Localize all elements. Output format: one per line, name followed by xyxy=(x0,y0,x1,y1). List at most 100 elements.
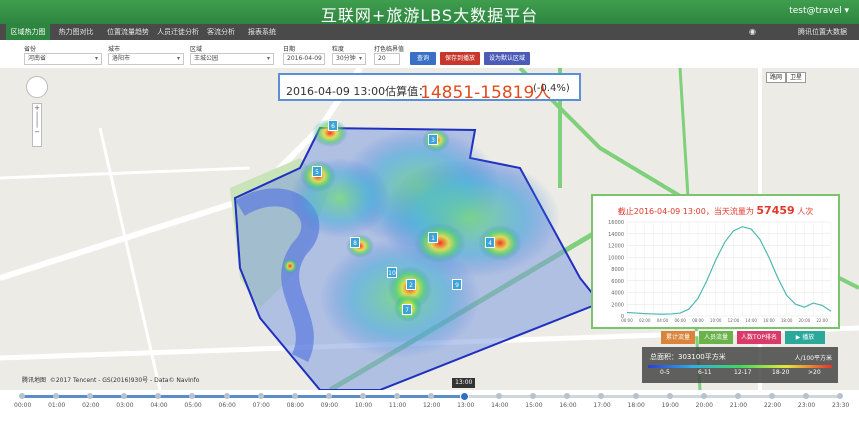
chevron-down-icon: ▾ xyxy=(94,55,98,62)
map-marker[interactable]: 10 xyxy=(387,267,397,278)
timeline-tick[interactable] xyxy=(257,393,264,399)
x-tick-label: 22:00 xyxy=(816,318,828,323)
date-input[interactable]: 2016-04-09 xyxy=(283,53,325,65)
timeline-tick[interactable] xyxy=(802,393,809,399)
query-button[interactable]: 查询 xyxy=(410,52,436,65)
tab-migration[interactable]: 人员迁徙分析 xyxy=(156,24,200,40)
timeline-tick[interactable] xyxy=(496,393,503,399)
map-marker[interactable]: 5 xyxy=(312,166,322,177)
map-marker[interactable]: 9 xyxy=(452,279,462,290)
timeline-label: 16:00 xyxy=(559,402,577,409)
timeline-tick[interactable] xyxy=(87,393,94,399)
chevron-down-icon: ▾ xyxy=(176,55,180,62)
map-marker[interactable]: 4 xyxy=(485,237,495,248)
area-select[interactable]: 王城公园 ▾ xyxy=(190,53,274,65)
x-tick-label: 10:00 xyxy=(710,318,722,323)
x-tick-label: 20:00 xyxy=(799,318,811,323)
map-type-road[interactable]: 路网 xyxy=(766,72,787,83)
tab-visitor-analysis[interactable]: 客流分析 xyxy=(204,24,238,40)
estimate-range: 14851-15819人 xyxy=(420,83,552,103)
timeline-tick[interactable] xyxy=(768,393,775,399)
tab-report[interactable]: 报表系统 xyxy=(242,24,282,40)
timeline-tick[interactable] xyxy=(666,393,673,399)
personnel-flow-button[interactable]: 人员流量 xyxy=(699,331,733,344)
province-label: 省份 xyxy=(24,46,37,53)
timeline-tick[interactable] xyxy=(189,393,196,399)
map-type-satellite[interactable]: 卫星 xyxy=(786,72,807,83)
map-marker[interactable]: 6 xyxy=(328,120,338,131)
timeline-label: 03:00 xyxy=(116,402,134,409)
legend-label: 18-20 xyxy=(772,369,790,376)
tab-location-trend[interactable]: 位置流量趋势 xyxy=(102,24,154,40)
chevron-down-icon: ▾ xyxy=(358,55,362,62)
city-label: 城市 xyxy=(108,46,121,53)
save-playback-button[interactable]: 保存到播放 xyxy=(440,52,480,65)
x-tick-label: 06:00 xyxy=(674,318,686,323)
set-default-area-button[interactable]: 设为默认区域 xyxy=(484,52,530,65)
timeline-handle[interactable] xyxy=(460,392,470,401)
x-tick-label: 08:00 xyxy=(692,318,704,323)
map-marker[interactable]: 7 xyxy=(402,304,412,315)
brand-label: 腾讯位置大数据 xyxy=(798,28,847,36)
chevron-down-icon: ▾ xyxy=(266,55,270,62)
timeline-tick[interactable] xyxy=(632,393,639,399)
top-ranking-button[interactable]: 人数TOP排名 xyxy=(737,331,781,344)
timeline-label: 22:00 xyxy=(763,402,782,409)
x-tick-label: 18:00 xyxy=(781,318,793,323)
timeline-tick[interactable] xyxy=(325,393,332,399)
map-marker[interactable]: 8 xyxy=(350,237,360,248)
timeline-current-tooltip: 13:00 xyxy=(452,378,476,388)
x-tick-label: 00:00 xyxy=(621,318,633,323)
timeline-label: 07:00 xyxy=(252,402,270,409)
estimate-datetime: 2016-04-09 13:00估算值： xyxy=(286,85,430,98)
map-marker[interactable]: 1 xyxy=(428,232,438,243)
timeline-tick[interactable] xyxy=(155,393,162,399)
traffic-chart-panel: 截止2016-04-09 13:00，当天流量为 57459 人次 0 2000 4… xyxy=(591,194,840,329)
zoom-slider[interactable]: + │ │ − xyxy=(32,103,42,147)
y-tick-label: 4000 xyxy=(611,291,624,297)
timeline-tick[interactable] xyxy=(837,393,843,399)
x-tick-label: 12:00 xyxy=(728,318,740,323)
map-marker[interactable]: 3 xyxy=(428,134,438,145)
timeline-tick[interactable] xyxy=(564,393,571,399)
timeline-tick[interactable] xyxy=(530,393,537,399)
timeline-label: 12:00 xyxy=(423,402,441,409)
timeline-label: 23:00 xyxy=(797,402,816,409)
cumulative-flow-button[interactable]: 累计流量 xyxy=(661,331,695,344)
tab-heatmap-compare[interactable]: 热力图对比 xyxy=(54,24,98,40)
tab-heatmap[interactable]: 区域热力图 xyxy=(6,24,50,40)
timeline-tick[interactable] xyxy=(700,393,707,399)
granularity-select[interactable]: 30分钟 ▾ xyxy=(332,53,366,65)
line-chart: 020004000600080001000012000140001600000:… xyxy=(608,220,832,323)
timeline-tick[interactable] xyxy=(53,393,60,399)
timeline-tick[interactable] xyxy=(598,393,605,399)
pan-control[interactable] xyxy=(26,76,48,98)
y-tick-label: 10000 xyxy=(608,255,624,261)
timeline-tick[interactable] xyxy=(19,393,25,399)
y-tick-label: 16000 xyxy=(608,220,624,226)
series-line xyxy=(626,226,832,315)
user-menu[interactable]: test@travel ▾ xyxy=(789,6,849,16)
eye-icon[interactable]: ◉ xyxy=(749,27,763,37)
timeline-label: 00:00 xyxy=(14,402,32,409)
timeline-tick[interactable] xyxy=(291,393,298,399)
timeline-tick[interactable] xyxy=(428,393,434,399)
map-marker[interactable]: 2 xyxy=(406,279,416,290)
total-area: 总面积：303100平方米 xyxy=(650,353,726,361)
province-select[interactable]: 河南省 ▾ xyxy=(24,53,102,65)
y-tick-label: 14000 xyxy=(608,232,624,238)
timeline-label: 18:00 xyxy=(627,402,645,409)
density-legend: 总面积：303100平方米 人/100平方米 0-5 6-11 12-17 18… xyxy=(642,347,838,383)
play-button[interactable]: ▶ 播放 xyxy=(785,331,825,344)
timeline-tick[interactable] xyxy=(393,393,400,399)
filter-bar: 省份 河南省 ▾ 城市 洛阳市 ▾ 区域 王城公园 ▾ 日期 2016-04-09 粒… xyxy=(0,40,859,68)
timeline-tick[interactable] xyxy=(121,393,128,399)
timeline-tick[interactable] xyxy=(734,393,741,399)
city-select[interactable]: 洛阳市 ▾ xyxy=(108,53,184,65)
timeline-tick[interactable] xyxy=(359,393,366,399)
threshold-input[interactable]: 20 xyxy=(374,53,400,65)
timeline-label: 17:00 xyxy=(593,402,611,409)
legend-label: 6-11 xyxy=(698,369,712,376)
timeline-tick[interactable] xyxy=(223,393,230,399)
y-tick-label: 2000 xyxy=(611,302,624,308)
